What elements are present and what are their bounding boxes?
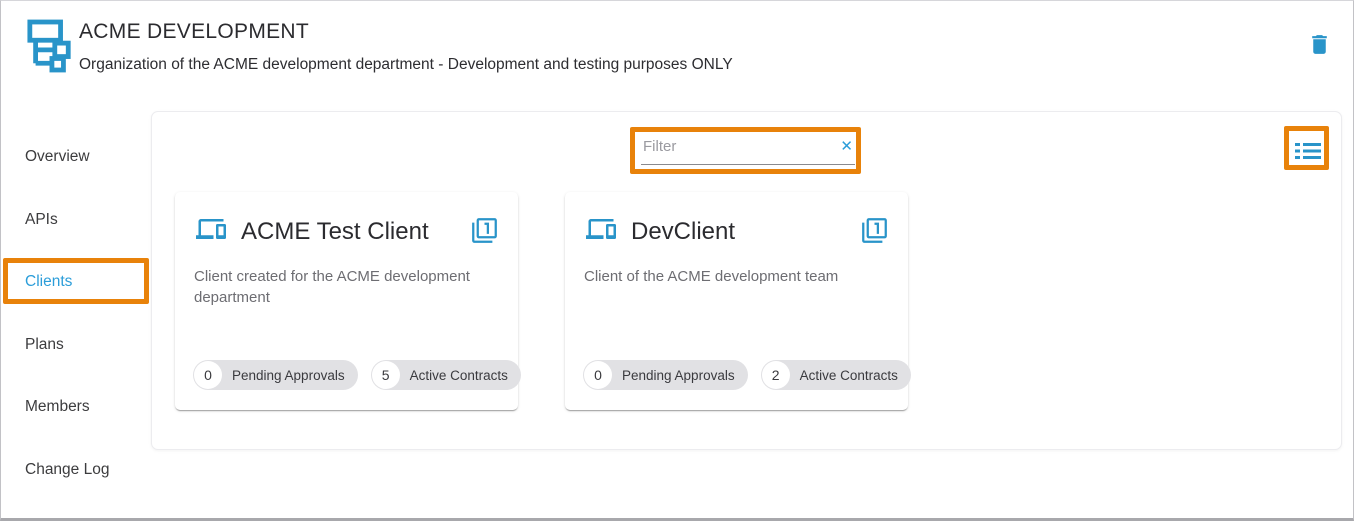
sidebar: Overview APIs Clients Plans Members Chan… bbox=[1, 126, 150, 501]
sidebar-item-change-log[interactable]: Change Log bbox=[1, 439, 150, 502]
pending-approvals-badge: 0 Pending Approvals bbox=[583, 360, 748, 390]
app-window: ACME DEVELOPMENT Organization of the ACM… bbox=[0, 0, 1354, 521]
client-description: Client of the ACME development team bbox=[565, 249, 895, 287]
client-card-header: DevClient bbox=[565, 192, 908, 249]
clients-panel: ✕ ACME Test Client bbox=[151, 111, 1342, 450]
clear-filter-icon[interactable]: ✕ bbox=[840, 139, 853, 154]
org-chart-icon bbox=[26, 18, 74, 79]
active-contracts-badge: 5 Active Contracts bbox=[371, 360, 521, 390]
badge-label: Pending Approvals bbox=[232, 368, 345, 383]
filter-1-icon[interactable] bbox=[471, 217, 498, 247]
client-name: DevClient bbox=[631, 218, 735, 246]
list-view-toggle-button[interactable] bbox=[1286, 132, 1330, 172]
devices-icon bbox=[194, 214, 228, 249]
badge-count: 5 bbox=[372, 361, 400, 389]
delete-organization-button[interactable] bbox=[1301, 28, 1337, 64]
client-description: Client created for the ACME development … bbox=[175, 249, 505, 308]
filter-field: ✕ bbox=[641, 134, 855, 166]
filter-input[interactable] bbox=[641, 134, 855, 165]
page-title: ACME DEVELOPMENT bbox=[79, 20, 309, 44]
client-card[interactable]: ACME Test Client Client created for the … bbox=[175, 192, 518, 410]
client-name: ACME Test Client bbox=[241, 218, 429, 246]
client-card-header: ACME Test Client bbox=[175, 192, 518, 249]
active-contracts-badge: 2 Active Contracts bbox=[761, 360, 911, 390]
badge-label: Active Contracts bbox=[800, 368, 898, 383]
devices-icon bbox=[584, 214, 618, 249]
page-subtitle: Organization of the ACME development dep… bbox=[79, 56, 733, 74]
filter-1-icon[interactable] bbox=[861, 217, 888, 247]
pending-approvals-badge: 0 Pending Approvals bbox=[193, 360, 358, 390]
badge-label: Active Contracts bbox=[410, 368, 508, 383]
client-card[interactable]: DevClient Client of the ACME development… bbox=[565, 192, 908, 410]
badge-count: 0 bbox=[584, 361, 612, 389]
sidebar-item-plans[interactable]: Plans bbox=[1, 314, 150, 377]
trash-icon bbox=[1307, 32, 1332, 60]
badge-count: 2 bbox=[762, 361, 790, 389]
badge-label: Pending Approvals bbox=[622, 368, 735, 383]
client-badges: 0 Pending Approvals 5 Active Contracts bbox=[193, 360, 521, 390]
client-badges: 0 Pending Approvals 2 Active Contracts bbox=[583, 360, 911, 390]
sidebar-item-members[interactable]: Members bbox=[1, 376, 150, 439]
sidebar-item-clients[interactable]: Clients bbox=[1, 251, 150, 314]
list-icon bbox=[1295, 142, 1321, 163]
sidebar-item-apis[interactable]: APIs bbox=[1, 189, 150, 252]
badge-count: 0 bbox=[194, 361, 222, 389]
sidebar-item-overview[interactable]: Overview bbox=[1, 126, 150, 189]
